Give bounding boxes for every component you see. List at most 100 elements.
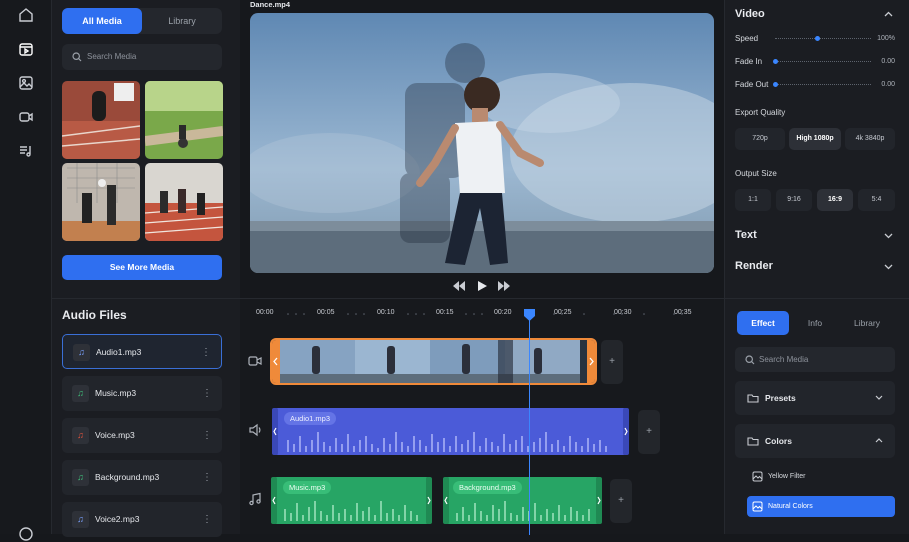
filter-item-label: Yellow Filter — [768, 473, 806, 480]
media-search-input[interactable]: Search Media — [62, 44, 222, 70]
size-option-9-16[interactable]: 9:16 — [776, 189, 812, 211]
more-options-icon[interactable]: ⋮ — [201, 335, 211, 370]
more-options-icon[interactable]: ⋮ — [202, 502, 212, 537]
search-icon — [72, 52, 82, 62]
more-options-icon[interactable]: ⋮ — [202, 460, 212, 495]
audio-file-row[interactable]: ♫ Voice.mp3 ⋮ — [62, 418, 222, 453]
chevron-up-icon[interactable] — [884, 11, 893, 17]
audio-file-name: Voice.mp3 — [95, 430, 135, 440]
folder-icon — [747, 437, 759, 446]
media-library-icon[interactable] — [18, 41, 34, 57]
clip-trim-handles[interactable] — [443, 477, 602, 524]
size-option-16-9[interactable]: 16:9 — [817, 189, 853, 211]
audio-file-name: Background.mp3 — [95, 472, 160, 482]
see-more-media-button[interactable]: See More Media — [62, 255, 222, 280]
media-search-placeholder: Search Media — [87, 52, 137, 61]
clip-trim-handles[interactable] — [271, 477, 432, 524]
clip-trim-handles[interactable] — [272, 408, 629, 455]
colors-label: Colors — [765, 436, 792, 446]
quality-option-1080p[interactable]: High 1080p — [789, 128, 841, 150]
image-icon[interactable] — [18, 75, 34, 91]
speaker-icon — [249, 423, 261, 437]
filter-item-yellow[interactable]: Yellow Filter — [747, 466, 895, 487]
play-icon[interactable] — [478, 281, 487, 291]
music-note-icon — [249, 492, 261, 506]
timeline-panel: 00:00 00:05 00:10 00:15 00:20 00:25 00:3… — [240, 298, 724, 535]
effects-panel: Effect Info Library Search Media Presets… — [724, 298, 909, 534]
playhead-line[interactable] — [529, 315, 530, 535]
export-quality-label: Export Quality — [735, 108, 786, 117]
music-clip[interactable]: Music.mp3 — [271, 477, 432, 524]
chevron-down-icon[interactable] — [884, 264, 893, 270]
audio-files-title: Audio Files — [62, 308, 127, 322]
text-section-title[interactable]: Text — [735, 229, 757, 241]
music-note-icon: ♫ — [72, 469, 89, 486]
video-clip[interactable] — [270, 338, 597, 385]
fade-out-slider[interactable] — [773, 82, 871, 87]
add-video-clip-button[interactable]: + — [601, 340, 623, 384]
output-size-label: Output Size — [735, 169, 777, 178]
render-section-title[interactable]: Render — [735, 260, 773, 272]
speed-slider-knob[interactable] — [815, 36, 820, 41]
help-icon[interactable] — [18, 526, 34, 542]
add-audio-clip-button[interactable]: + — [638, 410, 660, 454]
audio-file-name: Audio1.mp3 — [96, 347, 142, 357]
audio-file-row[interactable]: ♫ Music.mp3 ⋮ — [62, 376, 222, 411]
video-preview[interactable] — [250, 13, 714, 273]
audio-file-row[interactable]: ♫ Audio1.mp3 ⋮ — [62, 334, 222, 369]
size-option-1-1[interactable]: 1:1 — [735, 189, 771, 211]
size-option-5-4[interactable]: 5:4 — [858, 189, 895, 211]
media-thumbnail[interactable] — [145, 81, 223, 159]
tool-rail — [0, 0, 52, 541]
colors-accordion[interactable]: Colors — [735, 424, 895, 458]
speed-slider[interactable] — [775, 36, 871, 41]
audio-file-name: Music.mp3 — [95, 388, 137, 398]
music-clip[interactable]: Background.mp3 — [443, 477, 602, 524]
more-options-icon[interactable]: ⋮ — [202, 418, 212, 453]
more-options-icon[interactable]: ⋮ — [202, 376, 212, 411]
presets-label: Presets — [765, 393, 796, 403]
quality-option-720p[interactable]: 720p — [735, 128, 785, 150]
filter-item-label: Natural Colors — [768, 503, 813, 510]
media-thumbnail[interactable] — [62, 81, 140, 159]
playhead-handle[interactable] — [524, 309, 535, 321]
chevron-down-icon[interactable] — [884, 233, 893, 239]
filter-image-icon — [752, 501, 763, 512]
tab-effect[interactable]: Effect — [737, 311, 789, 335]
home-icon[interactable] — [18, 7, 34, 23]
music-note-icon: ♫ — [72, 511, 89, 528]
quality-option-4k[interactable]: 4k 3840p — [845, 128, 895, 150]
media-thumbnail[interactable] — [145, 163, 223, 241]
filter-item-natural-colors[interactable]: Natural Colors — [747, 496, 895, 517]
fade-in-slider-knob[interactable] — [773, 59, 778, 64]
video-track-icon — [248, 356, 262, 366]
music-note-icon: ♫ — [72, 427, 89, 444]
tab-all-media[interactable]: All Media — [62, 8, 142, 34]
fade-out-slider-knob[interactable] — [773, 82, 778, 87]
speed-label: Speed — [735, 34, 759, 43]
effects-search-input[interactable]: Search Media — [735, 347, 895, 372]
skip-back-icon[interactable] — [453, 281, 465, 291]
fade-in-slider[interactable] — [773, 59, 871, 64]
media-thumbnail[interactable] — [62, 163, 140, 241]
audio-file-row[interactable]: ♫ Background.mp3 ⋮ — [62, 460, 222, 495]
time-tick: 00:00 — [256, 309, 274, 316]
fade-out-value: 0.00 — [881, 81, 895, 88]
tab-library[interactable]: Library — [142, 8, 222, 34]
video-camera-icon[interactable] — [18, 109, 34, 125]
audio-file-row[interactable]: ♫ Voice2.mp3 ⋮ — [62, 502, 222, 537]
presets-accordion[interactable]: Presets — [735, 381, 895, 415]
tab-info[interactable]: Info — [789, 311, 841, 335]
music-list-icon[interactable] — [18, 143, 34, 159]
music-note-icon: ♫ — [72, 385, 89, 402]
audio-files-panel: Audio Files ♫ Audio1.mp3 ⋮ ♫ Music.mp3 ⋮… — [52, 298, 240, 537]
folder-icon — [747, 394, 759, 403]
media-panel: All Media Library Search Media See More … — [52, 0, 240, 298]
audio-clip[interactable]: Audio1.mp3 — [272, 408, 629, 455]
tab-library[interactable]: Library — [841, 311, 893, 335]
effects-search-placeholder: Search Media — [759, 355, 809, 364]
fade-in-value: 0.00 — [881, 58, 895, 65]
skip-forward-icon[interactable] — [498, 281, 510, 291]
chevron-down-icon — [875, 395, 883, 400]
add-music-clip-button[interactable]: + — [610, 479, 632, 523]
